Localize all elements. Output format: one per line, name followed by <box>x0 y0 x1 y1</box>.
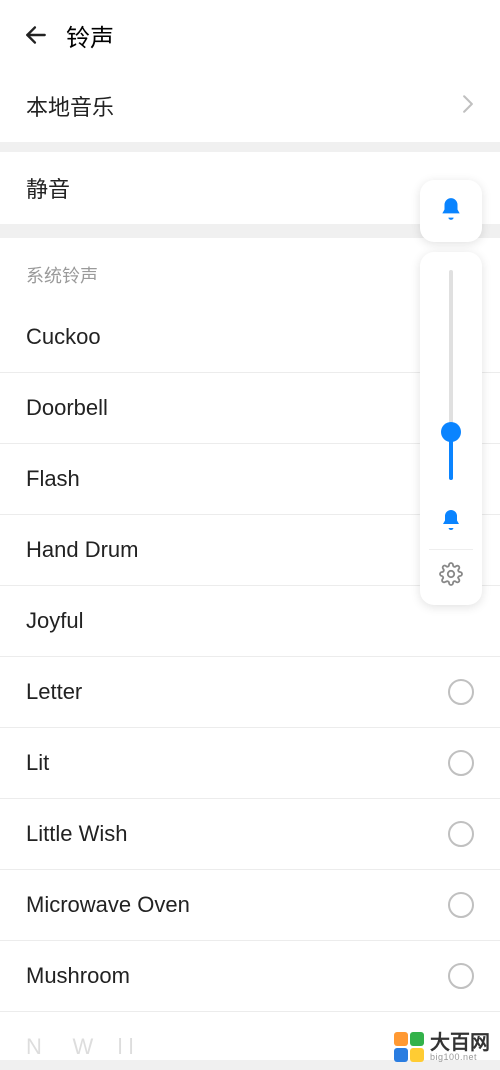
volume-panel <box>420 180 482 605</box>
radio-button[interactable] <box>448 892 474 918</box>
gear-icon[interactable] <box>439 562 463 591</box>
radio-button[interactable] <box>448 821 474 847</box>
volume-mode-button[interactable] <box>420 180 482 242</box>
list-item[interactable]: Little Wish <box>0 799 500 870</box>
ringtone-label: Mushroom <box>26 963 130 989</box>
divider <box>429 549 472 550</box>
list-item[interactable]: Lit <box>0 728 500 799</box>
bell-icon <box>438 196 464 227</box>
ringtone-label: N W l l <box>26 1034 134 1059</box>
list-item[interactable]: Letter <box>0 657 500 728</box>
ringtone-label: Little Wish <box>26 821 127 847</box>
chevron-right-icon <box>462 93 474 119</box>
ringtone-label: Lit <box>26 750 49 776</box>
ringtone-label: Microwave Oven <box>26 892 190 918</box>
ringtone-label: Flash <box>26 466 80 492</box>
divider <box>0 142 500 152</box>
back-icon[interactable] <box>20 19 52 51</box>
slider-thumb[interactable] <box>441 422 461 442</box>
radio-button[interactable] <box>448 679 474 705</box>
volume-slider-card <box>420 252 482 605</box>
watermark: 大百网 big100.net <box>394 1032 490 1062</box>
ringtone-label: Letter <box>26 679 82 705</box>
radio-button[interactable] <box>448 750 474 776</box>
watermark-subtext: big100.net <box>430 1053 490 1062</box>
watermark-text: 大百网 <box>430 1033 490 1053</box>
volume-slider[interactable] <box>449 270 453 480</box>
radio-button[interactable] <box>448 963 474 989</box>
ringtone-label: Joyful <box>26 608 83 634</box>
silent-label: 静音 <box>26 172 70 204</box>
watermark-logo-icon <box>394 1032 424 1062</box>
ringtone-label: Hand Drum <box>26 537 138 563</box>
page-title: 铃声 <box>66 18 114 53</box>
local-music-label: 本地音乐 <box>26 90 114 122</box>
ringtone-label: Doorbell <box>26 395 108 421</box>
local-music-row[interactable]: 本地音乐 <box>0 70 500 142</box>
list-item[interactable]: Mushroom <box>0 941 500 1012</box>
bell-icon <box>439 508 463 537</box>
header: 铃声 <box>0 0 500 70</box>
list-item[interactable]: Microwave Oven <box>0 870 500 941</box>
ringtone-label: Cuckoo <box>26 324 101 350</box>
